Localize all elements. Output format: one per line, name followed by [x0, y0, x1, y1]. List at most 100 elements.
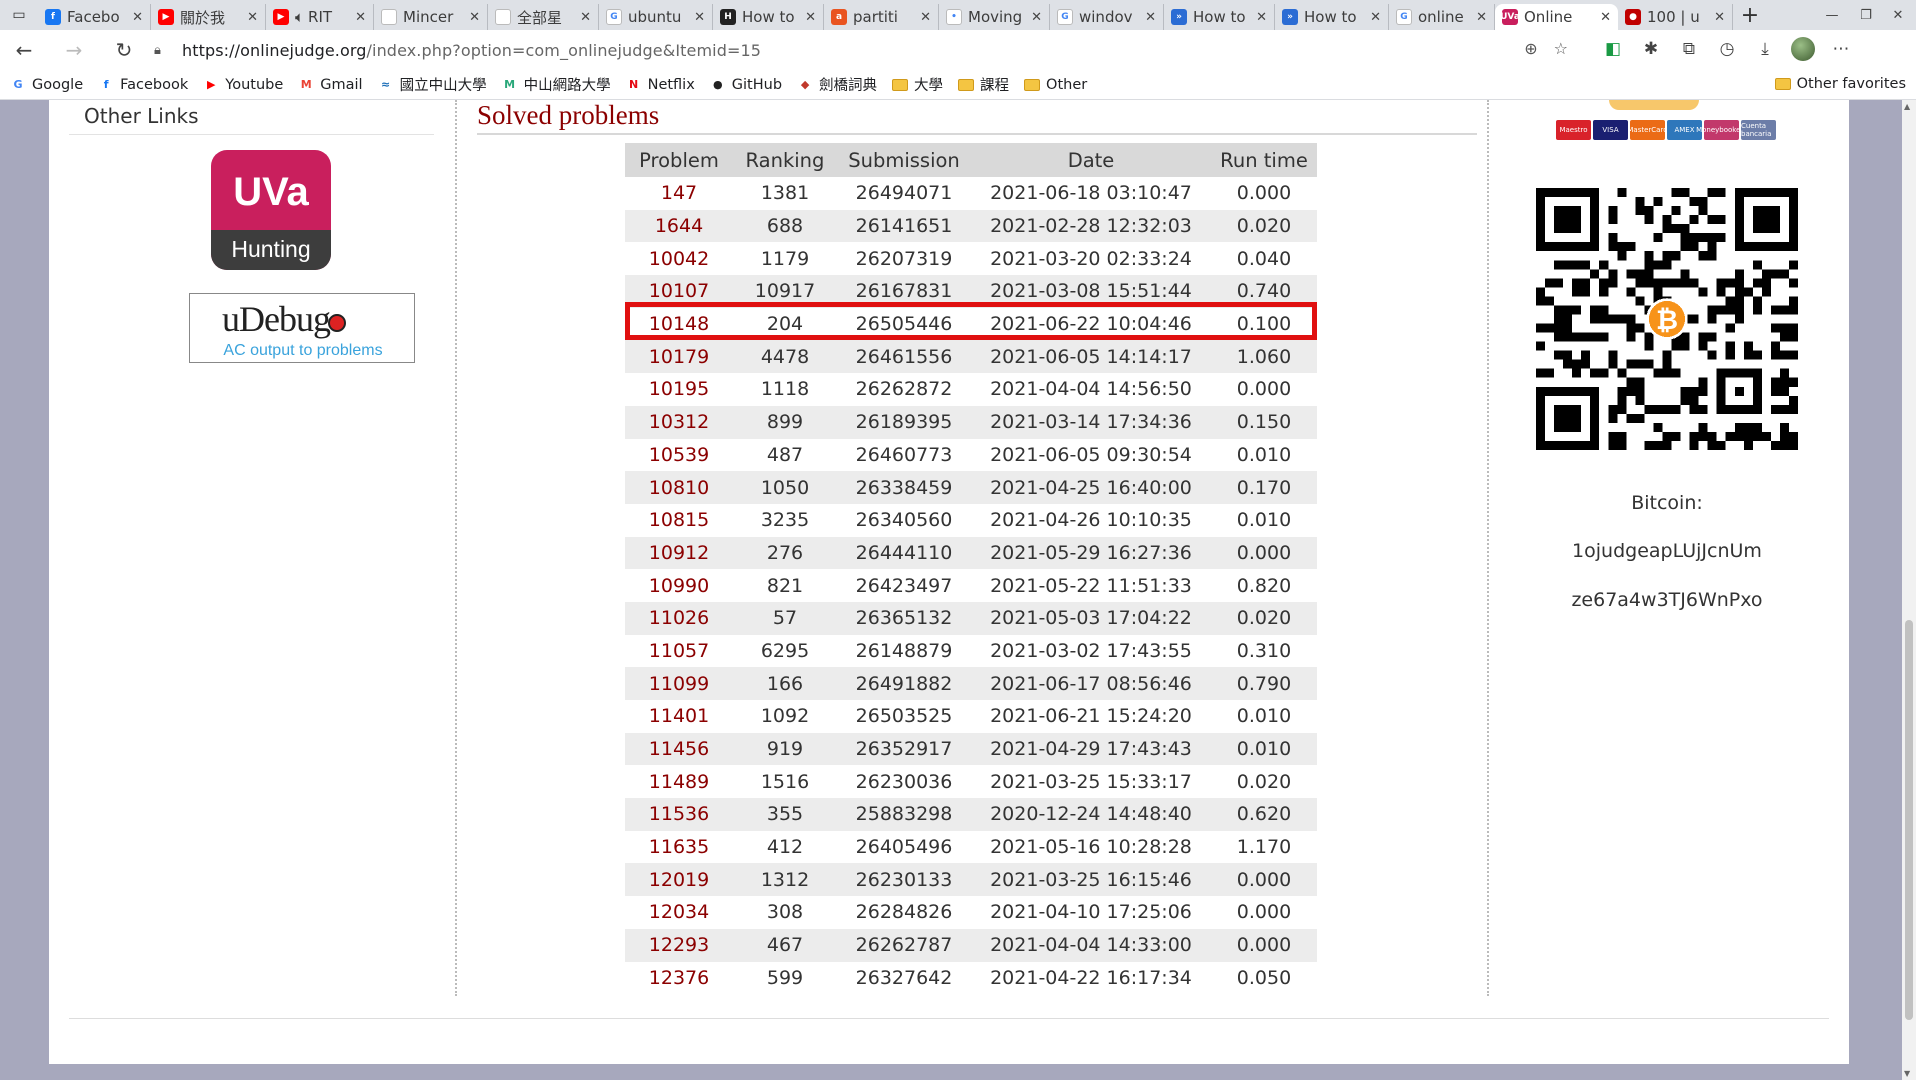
problem-link[interactable]: 10810 — [625, 471, 733, 504]
problem-link[interactable]: 11456 — [625, 732, 733, 766]
browser-tab[interactable]: » How to ✕ — [1275, 4, 1389, 30]
problem-link[interactable]: 10815 — [625, 503, 733, 537]
close-tab-icon[interactable]: ✕ — [1600, 10, 1611, 25]
bookmark-item[interactable]: ▶ Youtube — [203, 77, 283, 93]
bookmark-item[interactable]: ◆ 劍橋詞典 — [797, 74, 877, 95]
problem-link[interactable]: 10148 — [625, 307, 733, 341]
problem-link[interactable]: 12034 — [625, 896, 733, 929]
problem-link[interactable]: 10312 — [625, 405, 733, 439]
browser-tab[interactable]: f Facebo ✕ — [38, 4, 151, 30]
bookmark-item[interactable]: M Gmail — [298, 77, 363, 93]
collections-icon[interactable]: ⧉ — [1674, 34, 1704, 64]
browser-tab[interactable]: ▶ 🔈︎ RIT ✕ — [266, 4, 374, 30]
tab-title: Online — [1524, 8, 1573, 26]
table-cell: 26327642 — [837, 961, 971, 995]
bookmark-item[interactable]: N Netflix — [626, 77, 695, 93]
scrollbar-thumb[interactable] — [1905, 620, 1913, 1020]
problem-link[interactable]: 10179 — [625, 340, 733, 374]
downloads-icon[interactable]: ⤓ — [1750, 34, 1780, 64]
problem-link[interactable]: 11536 — [625, 798, 733, 831]
more-menu-icon[interactable]: ⋯ — [1826, 34, 1856, 64]
problem-link[interactable]: 12019 — [625, 863, 733, 897]
profile-avatar[interactable] — [1788, 34, 1818, 64]
table-cell: 26148879 — [837, 634, 971, 668]
problem-link[interactable]: 1644 — [625, 209, 733, 243]
problem-link[interactable]: 10912 — [625, 536, 733, 570]
extensions-puzzle-icon[interactable]: ✱ — [1636, 34, 1666, 64]
history-icon[interactable]: ◷ — [1712, 34, 1742, 64]
zoom-icon[interactable]: ⊕ — [1524, 39, 1537, 58]
problem-link[interactable]: 10195 — [625, 373, 733, 406]
browser-tab[interactable]: Gonline ✕ — [1389, 4, 1495, 30]
browser-tab[interactable]: » How to ✕ — [1164, 4, 1275, 30]
scroll-down-icon[interactable]: ▼ — [1904, 1069, 1910, 1078]
udebug-banner[interactable]: uDebug AC output to problems — [189, 293, 415, 363]
problem-link[interactable]: 11026 — [625, 601, 733, 635]
close-tab-icon[interactable]: ✕ — [920, 10, 931, 25]
close-tab-icon[interactable]: ✕ — [1145, 10, 1156, 25]
browser-tab[interactable]: UVa Online ✕ — [1495, 4, 1618, 30]
close-tab-icon[interactable]: ✕ — [355, 10, 366, 25]
problem-link[interactable]: 10107 — [625, 275, 733, 308]
page-scrollbar[interactable]: ▲ ▼ — [1902, 100, 1916, 1080]
bookmark-item[interactable]: Other — [1024, 77, 1087, 93]
close-tab-icon[interactable]: ✕ — [132, 10, 143, 25]
close-tab-icon[interactable]: ✕ — [1031, 10, 1042, 25]
browser-tab[interactable]: 全部星 ✕ — [488, 4, 599, 30]
problem-link[interactable]: 147 — [625, 177, 733, 210]
problem-link[interactable]: 12376 — [625, 961, 733, 995]
bookmark-item[interactable]: ● GitHub — [710, 77, 782, 93]
problem-link[interactable]: 10539 — [625, 438, 733, 472]
address-bar[interactable]: 🔒︎ https://onlinejudge.org/index.php?opt… — [140, 34, 1580, 66]
bookmark-item[interactable]: f Facebook — [98, 77, 189, 93]
close-tab-icon[interactable]: ✕ — [469, 10, 480, 25]
uva-hunting-logo[interactable]: UVa Hunting — [211, 150, 331, 270]
extension-icon[interactable]: ◧ — [1598, 34, 1628, 64]
tab-actions-menu-icon[interactable]: ▭ — [0, 0, 38, 30]
problem-link[interactable]: 12293 — [625, 928, 733, 962]
bookmark-item[interactable]: 課程 — [958, 74, 1009, 95]
browser-tab[interactable]: ● 100 | u ✕ — [1618, 4, 1733, 30]
browser-tab[interactable]: Gubuntu ✕ — [599, 4, 713, 30]
close-tab-icon[interactable]: ✕ — [1370, 10, 1381, 25]
bookmark-item[interactable]: ≈ 國立中山大學 — [378, 74, 487, 95]
close-window-icon[interactable]: ✕ — [1878, 0, 1916, 30]
table-row: 10539 487 26460773 2021-06-05 09:30:54 0.010 — [625, 438, 1317, 472]
problem-link[interactable]: 11401 — [625, 700, 733, 733]
bookmark-item[interactable]: M 中山網路大學 — [502, 74, 610, 95]
donate-button[interactable] — [1609, 100, 1699, 110]
browser-tab[interactable]: a partiti ✕ — [824, 4, 939, 30]
close-tab-icon[interactable]: ✕ — [1476, 10, 1487, 25]
reload-icon[interactable]: ↻ — [106, 32, 142, 68]
back-icon[interactable]: ← — [6, 32, 42, 68]
problem-link[interactable]: 10990 — [625, 569, 733, 602]
audio-playing-icon[interactable]: 🔈︎ — [295, 8, 304, 26]
browser-tab[interactable]: Mincer ✕ — [374, 4, 488, 30]
browser-tab[interactable]: • Moving ✕ — [939, 4, 1050, 30]
problem-link[interactable]: 10042 — [625, 242, 733, 276]
problem-link[interactable]: 11057 — [625, 634, 733, 668]
table-row: 10912 276 26444110 2021-05-29 16:27:36 0.000 — [625, 536, 1317, 570]
bookmark-item[interactable]: 大學 — [892, 74, 943, 95]
close-tab-icon[interactable]: ✕ — [580, 10, 591, 25]
forward-icon[interactable]: → — [56, 32, 92, 68]
browser-tab[interactable]: ▶ 關於我 ✕ — [151, 4, 266, 30]
favorite-star-icon[interactable]: ☆ — [1554, 39, 1568, 58]
browser-tab[interactable]: H How to ✕ — [713, 4, 824, 30]
url-text[interactable]: https://onlinejudge.org/index.php?option… — [182, 41, 761, 60]
browser-tab[interactable]: Gwindov ✕ — [1050, 4, 1164, 30]
new-tab-button[interactable]: + — [1733, 3, 1767, 28]
table-cell: 26365132 — [837, 601, 971, 635]
bookmark-item[interactable]: G Google — [10, 77, 83, 93]
problem-link[interactable]: 11489 — [625, 765, 733, 799]
close-tab-icon[interactable]: ✕ — [1714, 10, 1725, 25]
close-tab-icon[interactable]: ✕ — [694, 10, 705, 25]
close-tab-icon[interactable]: ✕ — [1256, 10, 1267, 25]
close-tab-icon[interactable]: ✕ — [805, 10, 816, 25]
other-favorites-folder[interactable]: Other favorites — [1774, 76, 1906, 92]
scroll-up-icon[interactable]: ▲ — [1904, 102, 1910, 111]
lock-icon[interactable]: 🔒︎ — [154, 43, 178, 58]
problem-link[interactable]: 11635 — [625, 830, 733, 864]
close-tab-icon[interactable]: ✕ — [247, 10, 258, 25]
problem-link[interactable]: 11099 — [625, 667, 733, 700]
